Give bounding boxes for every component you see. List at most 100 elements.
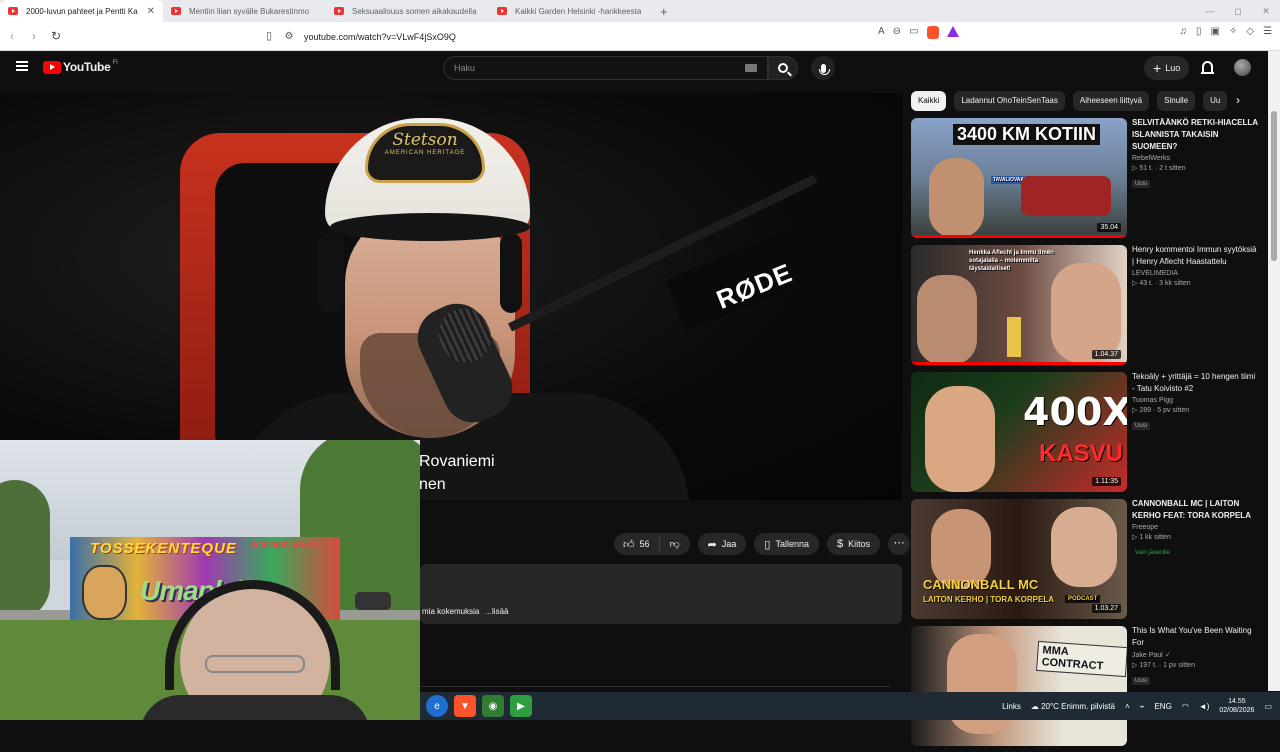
channel-name[interactable]: RebelWerks <box>1132 155 1260 162</box>
video-thumbnail[interactable]: Henkka Aflecht ja Immu Ilmén sotajalalla… <box>911 245 1127 365</box>
recommendation-item[interactable]: Henkka Aflecht ja Immu Ilmén sotajalalla… <box>911 244 1261 371</box>
recommendation-item[interactable]: MMA CONTRACT This Is What You've Been Wa… <box>911 625 1261 752</box>
zoom-icon[interactable]: ⊖ <box>893 26 901 39</box>
search-button[interactable] <box>768 56 798 80</box>
wallet-icon[interactable]: ▣ <box>1210 26 1219 37</box>
video-duration: 1.04.37 <box>1091 350 1121 359</box>
sidebar-icon[interactable]: ▯ <box>1196 26 1202 37</box>
video-thumbnail[interactable]: 400X KASVU 1.11:35 <box>911 372 1127 492</box>
links-toolbar[interactable]: Links <box>1002 702 1021 711</box>
tab-title: Kaikki Garden Helsinki -hankkeesta <box>515 6 642 16</box>
video-title[interactable]: SELVITÄÄNKÖ RETKI-HIACELLA ISLANNISTA TA… <box>1132 117 1260 153</box>
video-title[interactable]: CANNONBALL MC | LAITON KERHO FEAT: TORA … <box>1132 498 1260 522</box>
new-tab-button[interactable]: + <box>660 4 668 19</box>
clock[interactable]: 14.55 02/08/2026 <box>1219 697 1254 715</box>
verified-icon: ✓ <box>1164 652 1171 659</box>
more-actions-button[interactable]: ⋯ <box>888 533 911 555</box>
chip-for-you[interactable]: Sinulle <box>1157 91 1196 111</box>
tab-title: Mentiin liian syvälle Bukarestinmo <box>189 6 310 16</box>
channel-name[interactable]: LEVELIMEDIA <box>1132 270 1260 277</box>
chip-related[interactable]: Aiheeseen liittyvä <box>1072 91 1150 111</box>
scrollbar-thumb[interactable] <box>1271 111 1277 261</box>
share-icon: ➦ <box>707 538 717 551</box>
vpn-icon[interactable]: ◇ <box>1246 26 1254 37</box>
wifi-icon[interactable]: ◠ <box>1182 702 1189 711</box>
browser-tab[interactable]: 2000-luvun pahteet ja Pentti Ka ✕ <box>0 0 163 22</box>
video-thumbnail[interactable]: 3400 KM KOTIIN TAVALIOVAARA 3400 KM 35.0… <box>911 118 1127 238</box>
like-button[interactable]: 👍︎ 56 <box>614 537 660 551</box>
voice-search-button[interactable] <box>811 56 835 80</box>
weather-widget[interactable]: ☁ 20°C Enimm. pilvistä <box>1031 702 1115 711</box>
chip-all[interactable]: Kaikki <box>911 91 947 111</box>
edge-icon[interactable]: e <box>426 695 448 717</box>
share-button[interactable]: ➦ Jaa <box>697 533 747 555</box>
browser-tab[interactable]: Kaikki Garden Helsinki -hankkeesta <box>489 0 652 22</box>
browser-tab[interactable]: Mentiin liian syvälle Bukarestinmo <box>163 0 326 22</box>
new-badge: Uusi <box>1132 422 1151 430</box>
tab-title: Seksuaalisuus somen aikakaudella <box>352 6 477 16</box>
show-more-link[interactable]: ...lisää <box>485 607 508 616</box>
media-icon[interactable]: ♫ <box>1179 26 1187 37</box>
site-settings-icon[interactable]: ⚙ <box>280 31 298 42</box>
browser-tab[interactable]: Seksuaalisuus somen aikakaudella <box>326 0 489 22</box>
close-tab-icon[interactable]: ✕ <box>147 6 155 17</box>
cam-shirt <box>140 695 370 720</box>
save-button[interactable]: ▯ Tallenna <box>754 533 819 555</box>
graffiti-face <box>82 565 127 620</box>
video-title[interactable]: Henry kommentoi Immun syytöksiä | Henry … <box>1132 244 1260 268</box>
bookmark-icon[interactable]: ▯ <box>266 29 280 43</box>
hamburger-menu-icon[interactable] <box>16 61 28 71</box>
search-input[interactable]: Haku <box>443 56 768 80</box>
notifications-bell-icon[interactable] <box>1201 61 1214 74</box>
browser-menu-icon[interactable]: ☰ <box>1263 26 1272 37</box>
video-thumbnail[interactable]: MMA CONTRACT <box>911 626 1127 746</box>
forward-icon[interactable]: › <box>24 29 44 43</box>
webcam-overlay: TOSSEKENTEQUE JONNIIN BEAT Umaplaila <box>0 440 420 720</box>
thumbnail-subtext: KASVU <box>1039 440 1124 467</box>
keyboard-icon[interactable] <box>745 64 757 72</box>
chevron-right-icon[interactable]: › <box>1236 93 1240 107</box>
windows-taskbar: e ▼ ◉ ▶ Links ☁ 20°C Enimm. pilvistä ˄ ⌁… <box>420 692 1280 720</box>
channel-name[interactable]: Freeope <box>1132 524 1260 531</box>
video-thumbnail[interactable]: CANNONBALL MC LAITON KERHO | TORA KORPEL… <box>911 499 1127 619</box>
tray-chevron-icon[interactable]: ˄ <box>1125 702 1130 711</box>
channel-name[interactable]: Jake Paul <box>1132 652 1163 659</box>
video-player[interactable]: Stetson AMERICAN HERITAGE RØDE <box>0 93 902 500</box>
maximize-button[interactable]: ◻ <box>1224 0 1252 22</box>
cap-sub: AMERICAN HERITAGE <box>384 150 466 156</box>
overlay-line-1: Rovaniemi <box>419 453 495 470</box>
brave-rewards-icon[interactable] <box>946 26 959 37</box>
minimize-button[interactable]: — <box>1196 0 1224 22</box>
language-indicator[interactable]: ENG <box>1154 702 1171 711</box>
nvidia-icon[interactable]: ◉ <box>482 695 504 717</box>
dislike-button[interactable]: 👎︎ <box>660 538 690 550</box>
cast-icon[interactable]: ▭ <box>909 26 918 39</box>
recommendation-item[interactable]: CANNONBALL MC LAITON KERHO | TORA KORPEL… <box>911 498 1261 625</box>
chip-new[interactable]: Uu <box>1203 91 1227 111</box>
chip-uploaded-by[interactable]: Ladannut OhoTeinSenTaas <box>954 91 1065 111</box>
video-title[interactable]: This Is What You've Been Waiting For <box>1132 625 1260 649</box>
channel-name[interactable]: Tuomas Pigg <box>1132 397 1260 404</box>
close-window-button[interactable]: ✕ <box>1252 0 1280 22</box>
brave-icon[interactable]: ▼ <box>454 695 476 717</box>
brave-shields-icon[interactable] <box>926 26 939 39</box>
video-actions: 👍︎ 56 👎︎ ➦ Jaa ▯ Tallenna $ Kiitos ⋯ <box>614 533 911 555</box>
translate-icon[interactable]: A <box>878 26 885 39</box>
ai-icon[interactable]: ✧ <box>1229 26 1237 37</box>
overlay-line-2: nen <box>419 476 446 493</box>
video-title[interactable]: Tekoäly + yrittäjä = 10 hengen tiimi - T… <box>1132 371 1260 395</box>
recommendation-item[interactable]: 3400 KM KOTIIN TAVALIOVAARA 3400 KM 35.0… <box>911 117 1261 244</box>
page-scrollbar[interactable] <box>1268 51 1280 691</box>
recommendation-item[interactable]: 400X KASVU 1.11:35 Tekoäly + yrittäjä = … <box>911 371 1261 498</box>
reload-icon[interactable]: ↻ <box>46 29 66 43</box>
back-icon[interactable]: ‹ <box>2 29 22 43</box>
youtube-logo[interactable]: YouTube FI <box>43 60 118 74</box>
search-icon <box>778 63 788 73</box>
volume-icon[interactable]: ◄) <box>1199 702 1210 711</box>
avatar[interactable] <box>1234 59 1251 76</box>
app-icon[interactable]: ▶ <box>510 695 532 717</box>
notifications-icon[interactable]: ▭ <box>1264 702 1272 711</box>
network-icon[interactable]: ⌁ <box>1140 702 1145 711</box>
thanks-button[interactable]: $ Kiitos <box>827 533 881 555</box>
create-button[interactable]: + Luo <box>1144 56 1190 80</box>
